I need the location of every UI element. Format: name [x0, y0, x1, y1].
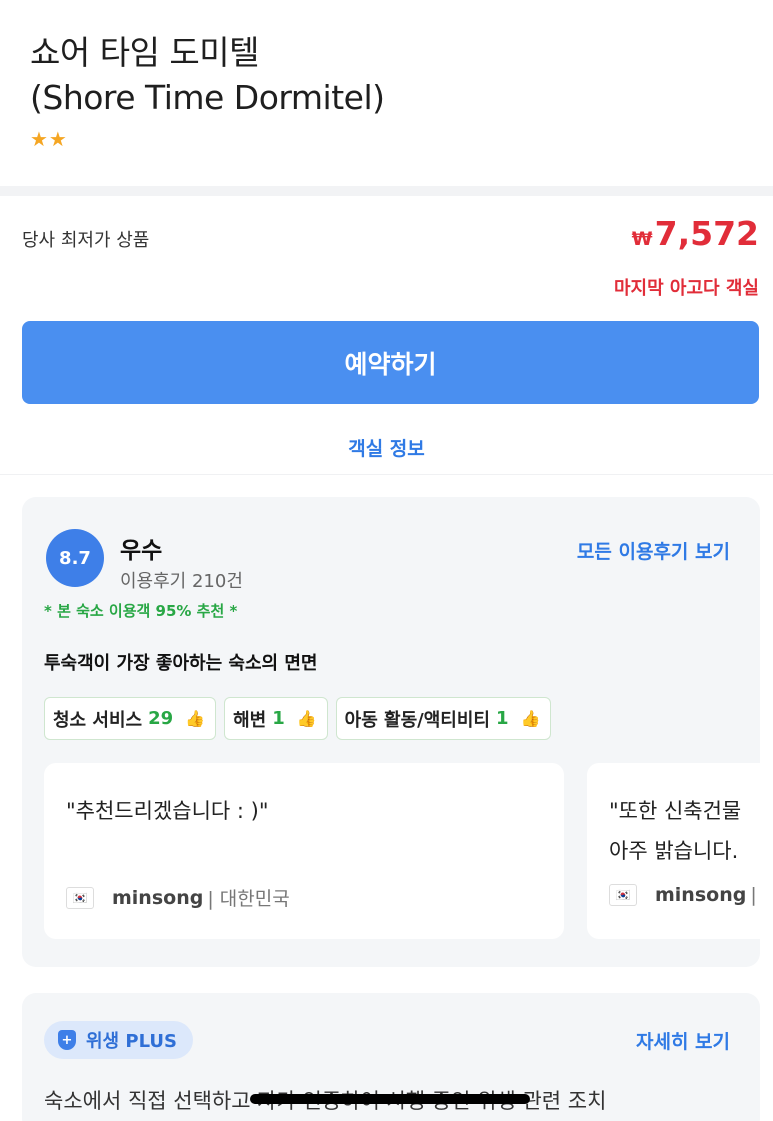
rating-word: 우수 — [120, 538, 163, 564]
section-divider — [0, 186, 773, 196]
reviewer-country: | — [750, 884, 757, 906]
book-button[interactable]: 예약하기 — [22, 321, 759, 404]
review-author: 🇰🇷 minsong | 대한민국 — [66, 884, 290, 911]
aspect-tag[interactable]: 아동 활동/액티비티 1 👍 — [335, 697, 552, 740]
aspect-tag[interactable]: 해변 1 👍 — [224, 697, 328, 740]
review-quote-line2: 아주 밝습니다. — [609, 839, 739, 863]
review-quote: "추천드리겠습니다 : )" — [66, 799, 269, 823]
thumbs-up-icon: 👍 — [520, 709, 541, 728]
reviewer-country: | 대한민국 — [207, 888, 290, 910]
hotel-name-line1: 쇼어 타임 도미텔 — [30, 33, 260, 72]
currency-symbol: ₩ — [631, 228, 653, 250]
review-quote: "또한 신축건물 아주 밝습니다. — [609, 791, 741, 871]
reviewer-name: minsong — [112, 886, 204, 909]
deal-label: 당사 최저가 상품 — [22, 230, 150, 251]
aspect-tag-label: 아동 활동/액티비티 — [344, 709, 490, 731]
aspect-tag-label: 청소 서비스 — [53, 709, 143, 731]
hotel-name-line2: (Shore Time Dormitel) — [30, 78, 385, 117]
room-info-link[interactable]: 객실 정보 — [0, 434, 773, 461]
review-card[interactable]: "추천드리겠습니다 : )" 🇰🇷 minsong | 대한민국 — [44, 763, 564, 939]
hygiene-badge: + 위생 PLUS — [44, 1021, 193, 1059]
review-author: 🇰🇷 minsong | — [609, 884, 757, 906]
price: ₩7,572 — [632, 214, 759, 253]
hygiene-badge-label: 위생 PLUS — [86, 1031, 177, 1052]
review-carousel[interactable]: "추천드리겠습니다 : )" 🇰🇷 minsong | 대한민국 "또한 신축건… — [44, 763, 760, 939]
korea-flag-icon: 🇰🇷 — [609, 884, 637, 906]
price-value: 7,572 — [654, 214, 759, 253]
korea-flag-icon: 🇰🇷 — [66, 886, 94, 909]
aspect-tag-count: 29 — [148, 708, 174, 729]
hotel-header: 쇼어 타임 도미텔 (Shore Time Dormitel) ★★ — [0, 0, 773, 186]
review-summary-card: 8.7 우수 이용후기 210건 모든 이용후기 보기 * 본 숙소 이용객 9… — [22, 497, 760, 967]
review-card[interactable]: "또한 신축건물 아주 밝습니다. 🇰🇷 minsong | — [587, 763, 760, 939]
aspect-tag[interactable]: 청소 서비스 29 👍 — [44, 697, 217, 740]
review-score-badge: 8.7 — [46, 529, 104, 587]
aspect-tag-count: 1 — [272, 708, 285, 729]
urgency-text: 마지막 아고다 객실 — [613, 278, 759, 299]
aspect-tag-count: 1 — [495, 708, 509, 729]
offer-section: 당사 최저가 상품 ₩7,572 마지막 아고다 객실 예약하기 객실 정보 — [0, 196, 773, 474]
thumbs-up-icon: 👍 — [185, 709, 206, 728]
aspect-title: 투숙객이 가장 좋아하는 숙소의 면면 — [44, 653, 318, 674]
aspect-tags: 청소 서비스 29 👍 해변 1 👍 아동 활동/액티비티 1 👍 — [44, 697, 552, 740]
review-quote-line1: "또한 신축건물 — [609, 799, 742, 823]
review-count: 이용후기 210건 — [120, 571, 243, 592]
thumbs-up-icon: 👍 — [296, 709, 317, 728]
shield-plus-icon: + — [58, 1030, 76, 1050]
star-rating: ★★ — [30, 127, 68, 151]
aspect-tag-label: 해변 — [233, 709, 267, 731]
home-indicator[interactable] — [250, 1094, 530, 1104]
all-reviews-link[interactable]: 모든 이용후기 보기 — [577, 537, 730, 564]
reviewer-name: minsong — [655, 884, 747, 906]
hygiene-more-link[interactable]: 자세히 보기 — [636, 1027, 730, 1054]
recommend-text: * 본 숙소 이용객 95% 추천 * — [44, 602, 238, 620]
